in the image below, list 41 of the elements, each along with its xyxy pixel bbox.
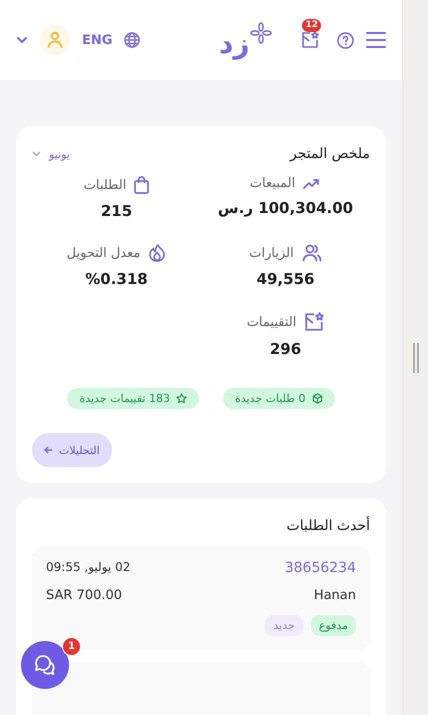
summary-badge[interactable]: 183 تقييمات جديدة xyxy=(67,388,199,409)
stat-value: 100,304.00 ر.س xyxy=(218,199,354,217)
stat-label: التقييمات xyxy=(246,314,296,330)
globe-icon[interactable] xyxy=(124,32,140,48)
shopping-bag-icon xyxy=(134,176,150,194)
gift-box-icon[interactable] xyxy=(301,31,319,49)
chevron-down-icon[interactable] xyxy=(16,36,28,44)
stat-value: %0.318 xyxy=(85,270,148,288)
analytics-button[interactable]: التحليلات xyxy=(32,433,112,467)
chat-bubbles-icon xyxy=(34,654,56,676)
arrow-left-icon xyxy=(44,446,53,454)
gift-box-icon xyxy=(304,312,324,332)
logo[interactable]: زد xyxy=(218,30,250,58)
order-card[interactable] xyxy=(32,662,370,715)
order-amount: SAR 700.00 xyxy=(46,588,122,603)
stat-label: الطلبات xyxy=(84,178,126,192)
stat-label: الزيارات xyxy=(249,246,294,260)
flame-icon xyxy=(148,244,166,262)
users-icon xyxy=(302,244,322,262)
stat-label: معدل التحويل xyxy=(66,246,140,260)
stat-value: 215 xyxy=(100,202,132,220)
stat-value: 49,556 xyxy=(256,270,314,288)
sparkle-icon xyxy=(250,22,272,44)
trend-up-icon xyxy=(303,178,322,190)
period-dropdown[interactable]: يونيو xyxy=(32,148,70,160)
notification-count-badge: 12 xyxy=(302,19,321,32)
status-tag: مدفوع xyxy=(310,615,356,636)
order-date: 02 يوليو, 09:55 xyxy=(46,560,130,576)
chevron-down-icon xyxy=(32,151,41,157)
language-button[interactable]: ENG xyxy=(82,32,112,48)
menu-icon[interactable] xyxy=(366,31,386,49)
status-tag: جديد xyxy=(265,615,303,636)
summary-badge[interactable]: 0 طلبات جديدة xyxy=(222,388,335,409)
resize-handle-icon[interactable] xyxy=(412,342,418,374)
help-icon[interactable] xyxy=(337,32,354,48)
customer-name: Hanan xyxy=(314,588,356,603)
stat-value: 296 xyxy=(270,340,302,358)
card-title: ملخص المتجر xyxy=(290,146,370,162)
card-title: أحدث الطلبات xyxy=(286,518,370,534)
stat-label: المبيعات xyxy=(250,176,296,191)
order-number[interactable]: 38656234 xyxy=(284,560,356,576)
